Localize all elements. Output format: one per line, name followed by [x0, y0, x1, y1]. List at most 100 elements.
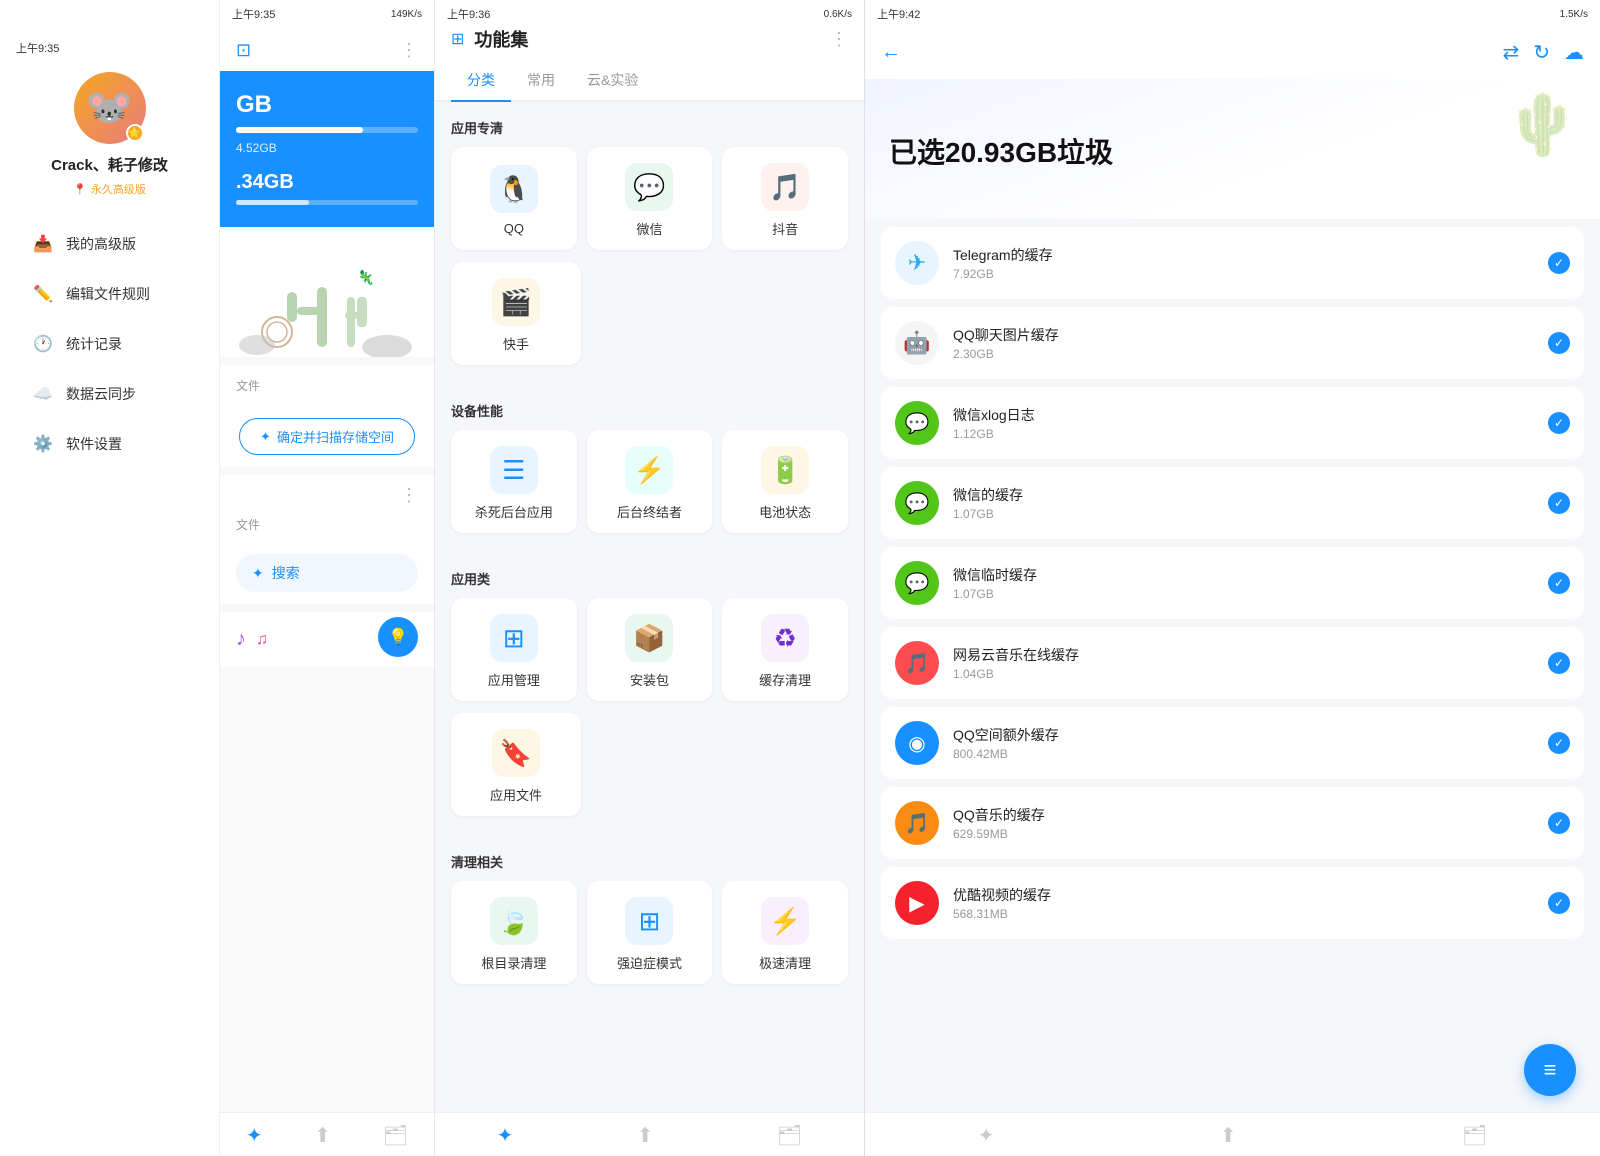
- grid-item-app-mgr[interactable]: ⊞ 应用管理: [451, 598, 577, 701]
- fab-area: ≡: [865, 1044, 1600, 1112]
- sidebar-item-cloud[interactable]: ☁️ 数据云同步: [16, 371, 203, 417]
- grid-item-wechat[interactable]: 💬 微信: [587, 147, 713, 250]
- more-options-icon[interactable]: ⋮: [400, 40, 418, 61]
- junk-item-netease[interactable]: 🎵 网易云音乐在线缓存 1.04GB ✓: [881, 627, 1584, 699]
- grid-item-douyin[interactable]: 🎵 抖音: [722, 147, 848, 250]
- p3-bottom-folder[interactable]: 🗂: [777, 1123, 802, 1148]
- telegram-size: 7.92GB: [953, 267, 1534, 281]
- junk-item-qq-zone[interactable]: ◉ QQ空间额外缓存 800.42MB ✓: [881, 707, 1584, 779]
- grid-item-ocd-mode[interactable]: ⊞ 强迫症模式: [587, 881, 713, 984]
- music-fab-button[interactable]: 💡: [378, 617, 418, 657]
- bg-killer-label: 后台终结者: [617, 502, 682, 521]
- fab-button[interactable]: ≡: [1524, 1044, 1576, 1096]
- section-clean-related: 清理相关: [435, 836, 864, 881]
- tab-category[interactable]: 分类: [451, 62, 511, 102]
- grid-item-battery[interactable]: 🔋 电池状态: [722, 430, 848, 533]
- sidebar-item-premium[interactable]: 📥 我的高级版: [16, 221, 203, 267]
- back-icon[interactable]: ←: [881, 41, 901, 64]
- refresh-icon[interactable]: ↻: [1533, 40, 1550, 65]
- grid-item-app-file[interactable]: 🔖 应用文件: [451, 713, 581, 816]
- junk-item-wechat-xlog[interactable]: 💬 微信xlog日志 1.12GB ✓: [881, 387, 1584, 459]
- qq-music-icon: 🎵: [895, 801, 939, 845]
- tab-common[interactable]: 常用: [511, 62, 571, 102]
- qq-music-size: 629.59MB: [953, 827, 1534, 841]
- p4-nav-star[interactable]: ⬆: [1220, 1123, 1237, 1148]
- wechat-temp-icon: 💬: [895, 561, 939, 605]
- douyin-icon: 🎵: [761, 163, 809, 211]
- qq-chat-icon: 🤖: [895, 321, 939, 365]
- storage-card-2: .34GB: [220, 171, 434, 227]
- grid-item-kuaishou[interactable]: 🎬 快手: [451, 262, 581, 365]
- section-app-clean: 应用专清: [435, 102, 864, 147]
- file-label-2-wrap: 文件: [220, 516, 434, 542]
- grid-item-qq[interactable]: 🐧 QQ: [451, 147, 577, 250]
- vip-badge-star: ⭐: [126, 124, 144, 142]
- status-bar-3: 上午9:36 0.6K/s: [435, 0, 864, 26]
- wechat-cache-check[interactable]: ✓: [1548, 492, 1570, 514]
- junk-list: ✈ Telegram的缓存 7.92GB ✓ 🤖 QQ聊天图片缓存 2.30GB…: [865, 219, 1600, 1044]
- qq-chat-check[interactable]: ✓: [1548, 332, 1570, 354]
- youku-icon: ▶: [895, 881, 939, 925]
- fast-clean-icon: ⚡: [761, 897, 809, 945]
- youku-check[interactable]: ✓: [1548, 892, 1570, 914]
- netease-check[interactable]: ✓: [1548, 652, 1570, 674]
- panel2-bottom-nav: ✦ ⬆ 🗂: [220, 1112, 434, 1156]
- p4-nav-folder[interactable]: 🗂: [1462, 1123, 1487, 1148]
- clock-icon: 🕐: [32, 333, 54, 355]
- netease-icon: 🎵: [895, 641, 939, 685]
- confirm-scan-button[interactable]: ✦ 确定并扫描存储空间: [239, 418, 415, 455]
- qq-zone-check[interactable]: ✓: [1548, 732, 1570, 754]
- app-file-icon: 🔖: [492, 729, 540, 777]
- sidebar-item-settings[interactable]: ⚙️ 软件设置: [16, 421, 203, 467]
- junk-item-telegram[interactable]: ✈ Telegram的缓存 7.92GB ✓: [881, 227, 1584, 299]
- junk-hero-section: 已选20.93GB垃圾 🌵: [865, 79, 1600, 219]
- wechat-xlog-name: 微信xlog日志: [953, 405, 1534, 425]
- junk-cleaner-panel: 上午9:42 1.5K/s ← ⇄ ↻ ☁ 已选20.93GB垃圾 🌵 ✈: [865, 0, 1600, 1156]
- grid-item-kill-bg[interactable]: ☰ 杀死后台应用: [451, 430, 577, 533]
- youku-size: 568.31MB: [953, 907, 1534, 921]
- bottom-nav-star[interactable]: ⬆: [314, 1123, 331, 1148]
- grid-item-bg-killer[interactable]: ⚡ 后台终结者: [587, 430, 713, 533]
- grid-item-apk[interactable]: 📦 安装包: [587, 598, 713, 701]
- p4-nav-fan[interactable]: ✦: [978, 1123, 995, 1148]
- bottom-nav-fan[interactable]: ✦: [246, 1123, 263, 1148]
- app-file-row: 🔖 应用文件: [435, 713, 864, 828]
- grid-item-dir-clean[interactable]: 🍃 根目录清理: [451, 881, 577, 984]
- junk-item-wechat-temp[interactable]: 💬 微信临时缓存 1.07GB ✓: [881, 547, 1584, 619]
- view-toggle-icon[interactable]: ⊡: [236, 40, 251, 61]
- apk-label: 安装包: [630, 670, 669, 689]
- junk-item-youku[interactable]: ▶ 优酷视频的缓存 568.31MB ✓: [881, 867, 1584, 939]
- app-mgr-label: 应用管理: [488, 670, 540, 689]
- junk-item-qq-chat[interactable]: 🤖 QQ聊天图片缓存 2.30GB ✓: [881, 307, 1584, 379]
- status-bar-4: 上午9:42 1.5K/s: [865, 0, 1600, 26]
- kuaishou-row: 🎬 快手: [435, 262, 864, 377]
- telegram-icon: ✈: [895, 241, 939, 285]
- p3-bottom-star[interactable]: ⬆: [637, 1123, 654, 1148]
- qq-music-check[interactable]: ✓: [1548, 812, 1570, 834]
- grid-item-fast-clean[interactable]: ⚡ 极速清理: [722, 881, 848, 984]
- junk-item-wechat-cache[interactable]: 💬 微信的缓存 1.07GB ✓: [881, 467, 1584, 539]
- sidebar-item-edit-rules[interactable]: ✏️ 编辑文件规则: [16, 271, 203, 317]
- grid-item-cache-clean[interactable]: ♻ 缓存清理: [722, 598, 848, 701]
- panel3-more-icon[interactable]: ⋮: [830, 29, 848, 50]
- dir-clean-icon: 🍃: [490, 897, 538, 945]
- wechat-temp-check[interactable]: ✓: [1548, 572, 1570, 594]
- sidebar-nav: 📥 我的高级版 ✏️ 编辑文件规则 🕐 统计记录 ☁️ 数据云同步 ⚙️ 软件设…: [16, 221, 203, 467]
- status-right-2: 149K/s: [391, 9, 422, 20]
- more-dots-icon[interactable]: ⋮: [400, 485, 418, 506]
- bottom-nav-folder[interactable]: 🗂: [383, 1123, 408, 1148]
- p3-bottom-fan[interactable]: ✦: [497, 1123, 514, 1148]
- wechat-xlog-check[interactable]: ✓: [1548, 412, 1570, 434]
- tab-cloud[interactable]: 云&实验: [571, 62, 654, 102]
- panel4-action-icons: ⇄ ↻ ☁: [1502, 40, 1584, 65]
- qq-chat-info: QQ聊天图片缓存 2.30GB: [953, 325, 1534, 361]
- desert-illustration: 🦎: [220, 227, 434, 357]
- swap-icon[interactable]: ⇄: [1502, 40, 1519, 65]
- sidebar-item-stats[interactable]: 🕐 统计记录: [16, 321, 203, 367]
- wechat-cache-size: 1.07GB: [953, 507, 1534, 521]
- search-button[interactable]: ✦ 搜索: [236, 554, 418, 592]
- storage-bar-fill-2: [236, 200, 309, 205]
- telegram-check[interactable]: ✓: [1548, 252, 1570, 274]
- upload-cloud-icon[interactable]: ☁: [1564, 40, 1584, 65]
- junk-item-qq-music[interactable]: 🎵 QQ音乐的缓存 629.59MB ✓: [881, 787, 1584, 859]
